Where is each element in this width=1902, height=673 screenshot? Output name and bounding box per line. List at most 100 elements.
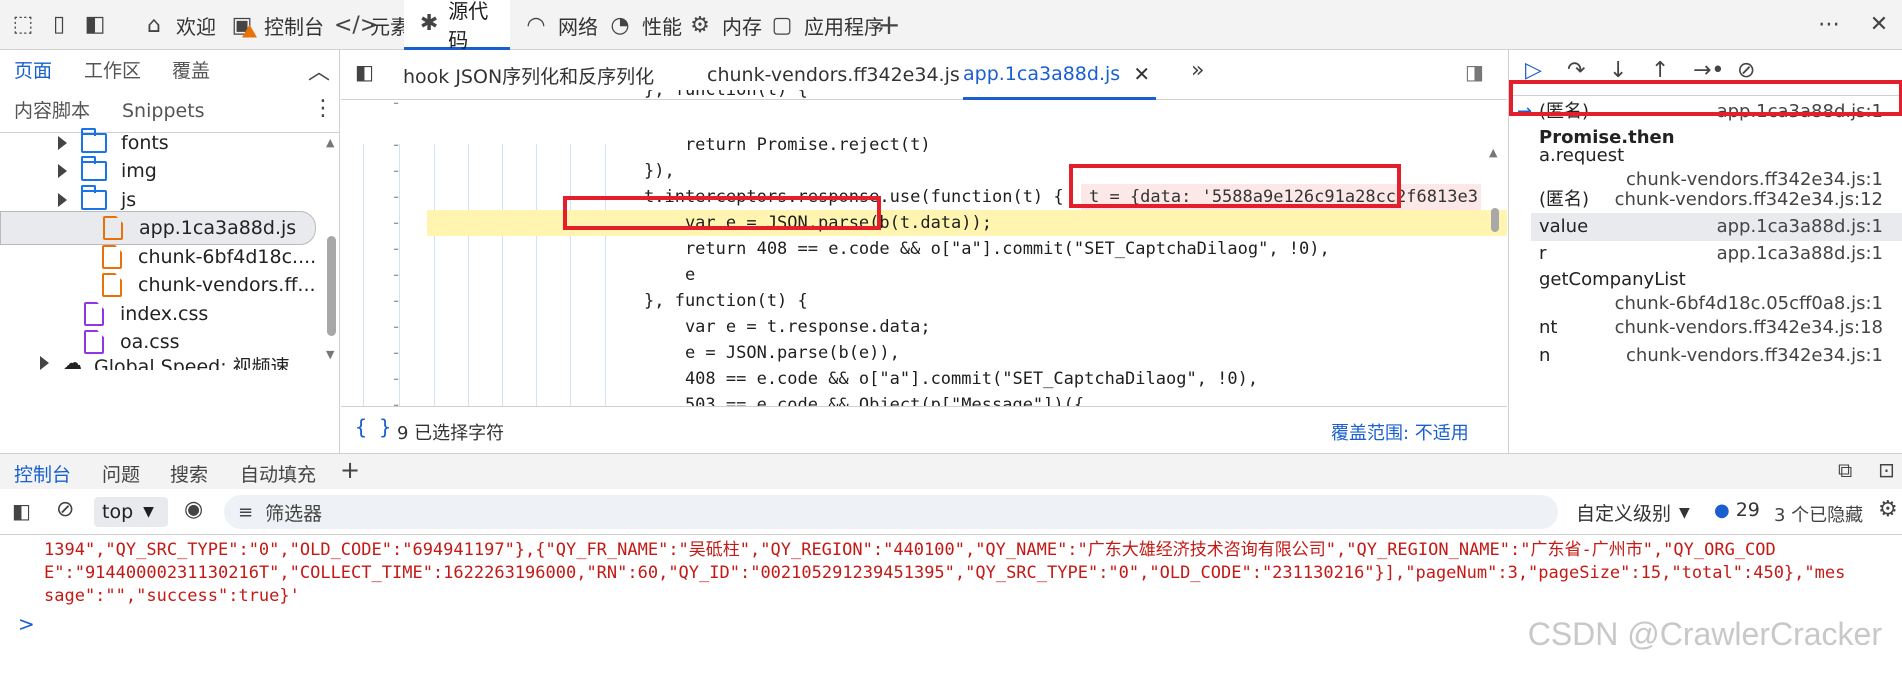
tree-extension-global-speed[interactable]: ☁ Global Speed: 视频速 [40,352,290,370]
toggle-debugger-icon[interactable]: ◨ [1465,60,1484,84]
tab-welcome[interactable]: ⌂ 欢迎 [128,0,228,50]
scrollbar-thumb[interactable] [1491,208,1499,232]
code-line[interactable]: - 408 == e.code && o["a"].commit("SET_Ca… [341,366,1486,392]
pretty-print-icon[interactable]: { } [355,415,391,439]
caret-right-icon [58,136,67,150]
sidebar-toggle-icon[interactable]: ◧ [12,499,31,523]
debugger-panel: ▷ ↷ ↓ ↑ →• ⊘ → (匿名) app.1ca3a88d.js:1 Pr… [1508,50,1902,453]
scroll-down-icon[interactable]: ▼ [326,348,334,361]
annotation-box [1509,80,1902,116]
filter-input[interactable]: ≡ 筛选器 [224,495,1558,529]
file-js-icon [102,273,122,297]
console-prompt[interactable]: > [18,612,35,636]
caret-right-icon [40,356,49,370]
close-tab-icon[interactable]: ✕ [1133,62,1150,86]
call-frame[interactable]: getCompanyList chunk-6bf4d18c.05cff0a8.j… [1539,268,1902,316]
close-icon[interactable]: ✕ [1866,12,1892,38]
home-icon: ⌂ [147,12,161,38]
more-icon[interactable]: ⋯ [1816,12,1842,38]
code-line[interactable]: - var e = t.response.data; [341,314,1486,340]
devtools-toolbar: ⬚ ▯ ◧ ⌂ 欢迎 ▣ 控制台 </> 元素 ✱ 源代码 ◠ 网络 ◔ 性能 … [0,0,1902,52]
scroll-up-icon[interactable]: ▲ [1489,146,1497,159]
drawer-tab-autofill[interactable]: 自动填充 [240,460,316,487]
tab-network[interactable]: ◠ 网络 [516,0,604,50]
settings-icon[interactable]: ⚙ [1878,497,1898,522]
console-filter-bar: ◧ ⊘ top ▼ ◉ ≡ 筛选器 自定义级别 ▼ ● 29 3 个已隐藏 ⚙ [0,489,1902,535]
file-css-icon [84,330,104,354]
annotation-box [563,196,881,230]
call-frame[interactable]: nt chunk-vendors.ff342e34.js:18 [1539,314,1902,342]
call-frame[interactable]: r app.1ca3a88d.js:1 [1539,240,1902,268]
clear-console-icon[interactable]: ⊘ [56,497,74,522]
folder-icon [81,128,107,153]
device-toggle-icon[interactable]: ▯ [46,12,72,38]
more-tabs-icon[interactable]: » [1191,58,1204,83]
call-frame[interactable]: (匿名) chunk-vendors.ff342e34.js:12 [1539,186,1902,214]
divider [0,132,340,133]
caret-right-icon [58,164,67,178]
tab-memory[interactable]: ⚙ 内存 [680,0,768,50]
drawer-tab-issues[interactable]: 问题 [102,460,140,487]
toggle-navigator-icon[interactable]: ◧ [355,60,374,84]
bug-icon: ✱ [419,11,439,36]
console-output-line: E":"91440000231130216T","COLLECT_TIME":1… [44,563,1846,583]
caret-down-icon: ▼ [1679,504,1690,521]
annotation-box [1069,164,1401,208]
caret-right-icon [58,193,67,207]
dock-drawer-icon[interactable]: ⧉ [1838,458,1852,482]
memory-icon: ⚙ [690,12,710,38]
tab-performance[interactable]: ◔ 性能 [600,0,688,50]
caret-down-icon: ▼ [143,504,154,520]
code-line[interactable]: -}, function(t) { [341,90,1486,104]
scrollbar-thumb[interactable] [327,236,336,336]
add-tab-icon[interactable]: + [876,11,902,39]
call-frame[interactable]: a.request chunk-vendors.ff342e34.js:1 [1539,144,1902,192]
code-line[interactable]: - return Promise.reject(t) [341,132,1486,158]
close-drawer-icon[interactable]: ⊡ [1878,458,1895,482]
chevron-up-icon[interactable]: ︿ [308,54,330,86]
call-frame[interactable]: n chunk-vendors.ff342e34.js:1 [1539,342,1902,370]
dock-icon[interactable]: ◧ [82,12,108,38]
tab-page[interactable]: 页面 [14,50,52,92]
add-drawer-tab-icon[interactable]: + [340,456,360,484]
code-editor: ◧ hook JSON序列化和反序列化 chunk-vendors.ff342e… [341,50,1507,453]
tab-application[interactable]: ▢ 应用程序 [762,0,890,50]
watermark: CSDN @CrawlerCracker [1527,616,1882,652]
editor-status-bar: { } 9 已选择字符 覆盖范围: 不适用 [341,406,1507,453]
drawer-tab-search[interactable]: 搜索 [170,460,208,487]
cloud-icon: ☁ [63,352,82,370]
more-vertical-icon[interactable]: ⋮ [312,96,334,121]
console-output-line: 1394","QY_SRC_TYPE":"0","OLD_CODE":"6949… [44,540,1776,560]
code-icon: </> [334,12,379,38]
code-line[interactable]: - e = JSON.parse(b(e)), [341,340,1486,366]
coverage-link[interactable]: 覆盖范围: 不适用 [1331,419,1469,445]
console-output-line: sage":"","success":true}' [44,586,300,606]
tab-overrides[interactable]: 覆盖 [172,50,210,92]
file-js-icon [103,216,123,240]
warning-icon [242,24,257,38]
drawer-tabbar: 控制台 问题 搜索 自动填充 + ⧉ ⊡ [0,453,1902,489]
tab-sources[interactable]: ✱ 源代码 [404,0,510,52]
folder-icon [81,156,107,181]
application-icon: ▢ [771,12,793,38]
log-level-dropdown[interactable]: 自定义级别 ▼ [1576,499,1690,526]
code-line[interactable]: - e [341,262,1486,288]
scroll-up-icon[interactable]: ▲ [326,136,334,149]
issue-icon: ● [1714,499,1730,521]
call-frame-selected[interactable]: value app.1ca3a88d.js:1 [1531,213,1902,241]
tab-workspace[interactable]: 工作区 [84,50,141,92]
file-css-icon [84,302,104,326]
code-line[interactable]: - return 408 == e.code && o["a"].commit(… [341,236,1486,262]
folder-icon [81,185,107,210]
navigator-panel: 页面 工作区 覆盖 ︿ 内容脚本 Snippets ⋮ fonts img js… [0,50,340,453]
filter-icon: ≡ [238,501,254,523]
file-js-icon [102,245,122,269]
inspect-icon[interactable]: ⬚ [10,12,36,38]
drawer-tab-console[interactable]: 控制台 [14,460,71,487]
eye-icon[interactable]: ◉ [184,497,203,522]
tab-console[interactable]: ▣ 控制台 [216,0,336,50]
console-icon: ▣ [228,13,257,38]
issues-counter[interactable]: ● 29 [1714,499,1760,521]
code-line[interactable]: -}, function(t) { [341,288,1486,314]
context-selector[interactable]: top ▼ [94,497,168,527]
